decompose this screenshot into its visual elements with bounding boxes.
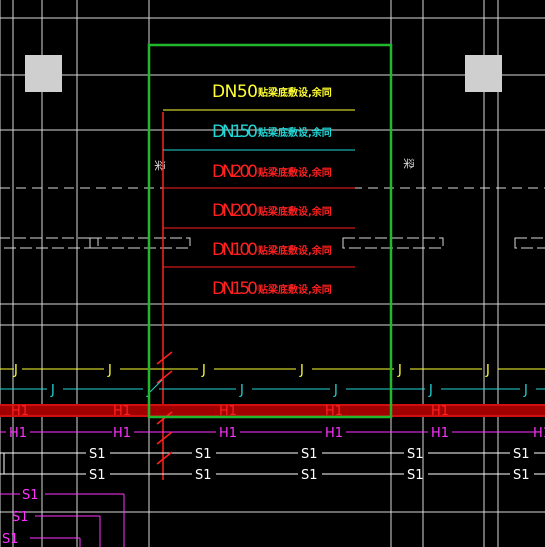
pipe-code: S1 [195,447,212,462]
pipe-code: J [397,363,402,378]
pipe-note-label: 贴梁底敷设,余同 [257,205,332,218]
cad-drawing-canvas[interactable]: 梁 梁 DN50 贴梁底敷设,余同DN150 贴梁底敷设,余同DN200 贴梁底敷设,… [0,0,545,547]
pipe-code: J [299,363,304,378]
pipe-code: H1 [219,426,237,441]
branch-code: S1 [12,510,29,525]
pipe-code: S1 [513,468,530,483]
branch-code: S1 [22,488,39,503]
selection-rectangle[interactable] [147,43,393,419]
pipe-size-label: DN150 [212,279,258,299]
pipe-code: H1 [113,404,131,419]
pipe-labels: DN50 贴梁底敷设,余同DN150 贴梁底敷设,余同DN200 贴梁底敷设,余同DN… [212,82,332,299]
beam-symbol [0,237,99,249]
pipe-size-label: DN150 [212,122,258,142]
pipe-size-label: DN200 [212,201,258,221]
pipe-code: H1 [533,426,545,441]
column-right [465,55,502,92]
pipe-code: S1 [89,468,106,483]
pipe-code: J [50,383,55,398]
column-left [25,55,62,92]
pipe-code: J [428,383,433,398]
pipe-code: S1 [301,468,318,483]
pipe-code: H1 [11,404,29,419]
pipe-code: S1 [195,468,212,483]
branch-code: S1 [2,532,19,547]
break-mark [156,370,173,384]
pipe-code: J [523,383,528,398]
structural-grid [0,0,545,547]
pipe-code: S1 [407,468,424,483]
pipe-note-label: 贴梁底敷设,余同 [257,166,332,179]
pipe-code: H1 [431,426,449,441]
pipe-code: J [485,363,490,378]
pipe-code: J [201,363,206,378]
pipe-code: H1 [431,404,449,419]
pipe-code: S1 [407,447,424,462]
pipe-code: J [107,363,112,378]
pipe-note-label: 贴梁底敷设,余同 [257,244,332,257]
pipe-note-label: 贴梁底敷设,余同 [257,86,332,99]
pipe-code: H1 [113,426,131,441]
left-branch: S1 S1 S1 [0,488,125,547]
break-mark [149,379,163,393]
pipe-size-label: DN50 [212,82,258,102]
pipe-code: J [13,363,18,378]
pipe-code: S1 [89,447,106,462]
pipe-code: J [333,383,338,398]
beam-symbol [342,237,444,249]
pipe-note-label: 贴梁底敷设,余同 [257,283,332,296]
break-mark [156,431,173,445]
pipe-code: S1 [513,447,530,462]
pipe-code: H1 [325,426,343,441]
pipe-code: H1 [9,426,27,441]
pipe-code: S1 [301,447,318,462]
break-mark [156,351,173,365]
pipe-note-label: 贴梁底敷设,余同 [257,126,332,139]
beam-symbol [89,237,191,249]
pipe-band [0,404,545,417]
pipe-size-label: DN200 [212,162,258,182]
pipe-code: J [239,383,244,398]
side-text-right: 梁 [402,158,416,169]
pipe-size-label: DN100 [212,240,258,260]
break-mark [156,451,173,465]
beam-symbol [514,237,545,249]
side-text-left: 梁 [153,160,167,171]
